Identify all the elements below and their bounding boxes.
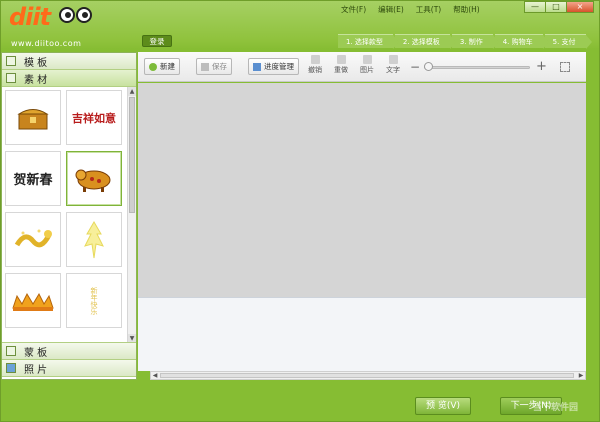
logo-text: diit bbox=[9, 3, 51, 31]
thumb-calligraphy-gold[interactable]: 新年快乐 bbox=[66, 273, 122, 328]
zoom-slider[interactable] bbox=[424, 66, 530, 69]
minimize-button[interactable]: — bbox=[524, 1, 546, 13]
text-button[interactable]: 文字 bbox=[381, 55, 405, 75]
step-select-template[interactable]: 2. 选择模板 bbox=[394, 34, 456, 49]
menu-file[interactable]: 文件(F) bbox=[341, 4, 366, 15]
thumb-golden-dragon[interactable] bbox=[5, 212, 61, 267]
preview-button[interactable]: 预 览(V) bbox=[415, 397, 471, 415]
design-canvas[interactable] bbox=[138, 83, 586, 297]
zoom-out-icon[interactable]: − bbox=[410, 61, 420, 73]
new-button[interactable]: 新建 bbox=[144, 58, 180, 75]
material-icon bbox=[6, 73, 16, 83]
menu-help[interactable]: 帮助(H) bbox=[453, 4, 480, 15]
progress-manage-button[interactable]: 进度管理 bbox=[248, 58, 299, 75]
undo-icon bbox=[310, 55, 320, 64]
thumb-golden-ox[interactable] bbox=[66, 151, 122, 206]
thumb-golden-ornament[interactable] bbox=[66, 212, 122, 267]
fit-screen-icon[interactable] bbox=[560, 62, 570, 72]
save-button[interactable]: 保存 bbox=[196, 58, 232, 75]
section-label: 模 板 bbox=[24, 57, 48, 69]
section-mask[interactable]: 蒙 板 bbox=[2, 343, 136, 360]
section-label: 素 材 bbox=[24, 74, 48, 86]
menubar: 文件(F) 编辑(E) 工具(T) 帮助(H) bbox=[341, 4, 480, 15]
section-photo[interactable]: 照 片 bbox=[2, 360, 136, 377]
menu-edit[interactable]: 编辑(E) bbox=[378, 4, 404, 15]
thumb-golden-crown[interactable] bbox=[5, 273, 61, 328]
logo: diit bbox=[9, 3, 93, 37]
thumb-calligraphy-black[interactable]: 贺新春 bbox=[5, 151, 61, 206]
thumbnail-scrollbar[interactable]: ▲ ▼ bbox=[127, 87, 136, 342]
maximize-button[interactable]: □ bbox=[545, 1, 567, 13]
text-icon bbox=[388, 55, 398, 64]
scrollbar-thumb[interactable] bbox=[160, 373, 574, 378]
step-select-style[interactable]: 1. 选择款型 bbox=[338, 34, 399, 49]
thumb-treasure-chest[interactable] bbox=[5, 90, 61, 145]
zoom-in-icon[interactable]: + bbox=[536, 59, 547, 74]
material-thumbnails: 吉祥如意 贺新春 新年快乐 ▲ ▼ bbox=[2, 87, 136, 343]
section-label: 照 片 bbox=[24, 364, 48, 376]
picture-icon bbox=[362, 55, 372, 64]
scroll-up-icon[interactable]: ▲ bbox=[128, 87, 136, 96]
step-pay[interactable]: 5. 支付 bbox=[544, 34, 592, 49]
page-strip[interactable] bbox=[138, 297, 586, 371]
save-icon bbox=[201, 62, 209, 71]
scroll-down-icon[interactable]: ▼ bbox=[128, 334, 136, 342]
new-label: 新建 bbox=[160, 62, 175, 71]
logo-url: www.diitoo.com bbox=[11, 39, 82, 48]
window-controls: — □ × bbox=[524, 1, 594, 13]
logo-eyes-icon bbox=[59, 7, 93, 25]
progress-icon bbox=[253, 62, 261, 71]
thumb-calligraphy-red[interactable]: 吉祥如意 bbox=[66, 90, 122, 145]
step-cart[interactable]: 4. 购物车 bbox=[494, 34, 549, 49]
watermark: 当下软件园 bbox=[533, 403, 579, 413]
login-button[interactable]: 登录 bbox=[142, 35, 172, 47]
left-panel: 模 板 素 材 吉祥如意 贺新春 新年快乐 ▲ ▼ 蒙 板 照 片 bbox=[1, 52, 137, 380]
section-label: 蒙 板 bbox=[24, 347, 48, 359]
scroll-right-icon[interactable]: ▶ bbox=[577, 372, 585, 379]
scrollbar-thumb[interactable] bbox=[129, 97, 135, 213]
redo-button[interactable]: 重做 bbox=[329, 55, 353, 75]
step-make[interactable]: 3. 制作 bbox=[451, 34, 499, 49]
mask-icon bbox=[6, 346, 16, 356]
save-label: 保存 bbox=[212, 62, 227, 71]
progress-label: 进度管理 bbox=[264, 62, 294, 71]
horizontal-scrollbar[interactable]: ◀ ▶ bbox=[150, 371, 586, 380]
close-button[interactable]: × bbox=[566, 1, 594, 13]
step-breadcrumb: 1. 选择款型 2. 选择模板 3. 制作 4. 购物车 5. 支付 bbox=[338, 34, 592, 49]
scroll-left-icon[interactable]: ◀ bbox=[151, 372, 159, 379]
zoom-slider-handle[interactable] bbox=[424, 62, 433, 71]
toolbar: 新建 保存 进度管理 撤销 重做 图片 文字 − + bbox=[138, 52, 586, 82]
section-material[interactable]: 素 材 bbox=[2, 70, 136, 87]
photo-icon bbox=[6, 363, 16, 373]
undo-button[interactable]: 撤销 bbox=[303, 55, 327, 75]
menu-tools[interactable]: 工具(T) bbox=[416, 4, 441, 15]
app-window: diit www.diitoo.com 文件(F) 编辑(E) 工具(T) 帮助… bbox=[0, 0, 600, 422]
section-template[interactable]: 模 板 bbox=[2, 53, 136, 70]
new-icon bbox=[149, 62, 157, 71]
picture-button[interactable]: 图片 bbox=[355, 55, 379, 75]
redo-icon bbox=[336, 55, 346, 64]
template-icon bbox=[6, 56, 16, 66]
